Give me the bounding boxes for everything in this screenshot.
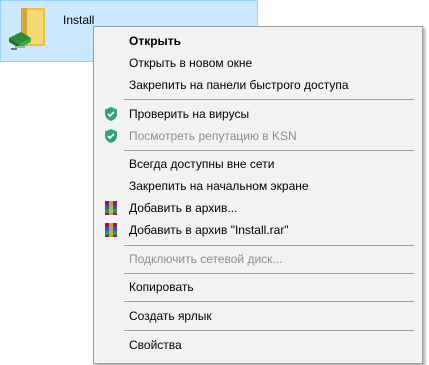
menu-separator: [124, 330, 414, 331]
menu-separator: [124, 150, 414, 151]
menu-item-label: Всегда доступны вне сети: [129, 157, 275, 171]
menu-item-always-offline[interactable]: Всегда доступны вне сети: [94, 153, 422, 175]
menu-item-label: Свойства: [129, 338, 182, 352]
menu-item-check-reputation[interactable]: Посмотреть репутацию в KSN: [94, 125, 422, 147]
menu-item-label: Закрепить на панели быстрого доступа: [129, 78, 349, 92]
menu-item-label: Добавить в архив...: [129, 201, 238, 215]
menu-item-label: Подключить сетевой диск...: [129, 252, 283, 266]
menu-item-copy[interactable]: Копировать: [94, 276, 422, 298]
menu-item-add-archive[interactable]: Добавить в архив...: [94, 197, 422, 219]
menu-item-label: Копировать: [129, 280, 194, 294]
menu-separator: [124, 99, 414, 100]
winrar-archive-icon: [105, 223, 117, 237]
menu-item-open-new-window[interactable]: Открыть в новом окне: [94, 52, 422, 74]
menu-item-scan-viruses[interactable]: Проверить на вирусы: [94, 103, 422, 125]
menu-item-map-drive[interactable]: Подключить сетевой диск...: [94, 248, 422, 270]
menu-separator: [124, 245, 414, 246]
menu-item-label: Открыть в новом окне: [129, 56, 253, 70]
folder-name: Install: [63, 13, 95, 27]
folder-shortcut-icon: [9, 8, 45, 50]
context-menu: Открыть Открыть в новом окне Закрепить н…: [93, 26, 423, 364]
menu-separator: [124, 273, 414, 274]
menu-item-label: Добавить в архив "Install.rar": [129, 223, 289, 237]
menu-item-open[interactable]: Открыть: [94, 30, 422, 52]
menu-item-label: Создать ярлык: [129, 309, 212, 323]
menu-item-label: Открыть: [129, 34, 182, 48]
kaspersky-shield-icon: [105, 129, 117, 143]
menu-item-properties[interactable]: Свойства: [94, 334, 422, 356]
menu-item-label: Посмотреть репутацию в KSN: [129, 129, 297, 143]
kaspersky-shield-icon: [105, 107, 117, 121]
menu-item-label: Проверить на вирусы: [129, 107, 250, 121]
menu-item-add-archive-named[interactable]: Добавить в архив "Install.rar": [94, 219, 422, 241]
menu-separator: [124, 301, 414, 302]
menu-item-pin-start[interactable]: Закрепить на начальном экране: [94, 175, 422, 197]
desktop: Install Открыть Открыть в новом окне Зак…: [0, 0, 429, 365]
menu-item-pin-quick-access[interactable]: Закрепить на панели быстрого доступа: [94, 74, 422, 96]
menu-item-label: Закрепить на начальном экране: [129, 179, 309, 193]
winrar-archive-icon: [105, 201, 117, 215]
menu-item-create-shortcut[interactable]: Создать ярлык: [94, 305, 422, 327]
